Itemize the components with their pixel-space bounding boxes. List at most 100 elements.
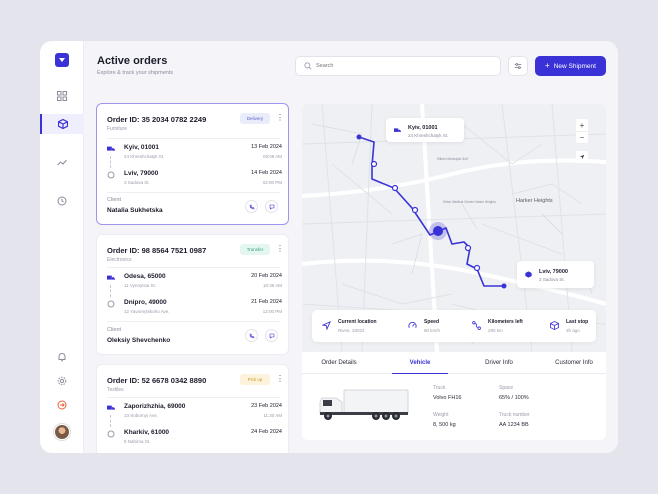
tracking-stats: Current location Rivne, 33024 Speed 80 k… — [312, 310, 596, 342]
search-bar[interactable] — [295, 56, 501, 76]
destination-city: Kharkiv, 61000 — [124, 429, 170, 436]
navigation-arrow-icon — [579, 154, 585, 160]
destination-dot-icon — [107, 300, 115, 308]
logout-icon[interactable] — [40, 395, 84, 415]
tab-order-details[interactable]: Order Details — [310, 352, 368, 374]
divider — [107, 138, 280, 139]
divider — [107, 397, 280, 398]
origin-time: 11:30 AM — [263, 413, 282, 418]
status-badge: Delivery — [240, 113, 270, 124]
destination-popup-address: 3 Sadova St. — [539, 277, 565, 282]
call-button[interactable] — [245, 329, 258, 342]
destination-time: 02:00 PM — [262, 180, 282, 185]
more-icon[interactable]: ⋮ — [276, 245, 284, 253]
chat-icon — [269, 204, 274, 210]
truck-icon — [107, 405, 115, 410]
origin-city: Kyiv, 01001 — [124, 144, 159, 151]
truck-icon — [107, 146, 115, 151]
origin-address: 23 Sobornyi Ave. — [124, 413, 158, 418]
origin-popup-address: 24 Khreshchatyk St. — [408, 133, 449, 138]
route-connector — [110, 156, 111, 168]
tab-vehicle[interactable]: Vehicle — [392, 352, 448, 374]
divider — [107, 321, 280, 322]
settings-icon[interactable] — [40, 371, 84, 391]
phone-icon — [249, 333, 254, 338]
origin-time: 09:08 AM — [262, 154, 282, 159]
origin-stop: Kyiv, 01001 24 Khreshchatyk St. 13 Feb 2… — [107, 144, 282, 166]
destination-city: Lviv, 79000 — [124, 170, 159, 177]
message-button[interactable] — [265, 200, 278, 213]
locate-button[interactable] — [576, 151, 588, 163]
origin-stop: Odesa, 65000 11 Vynnytsia St. 20 Feb 202… — [107, 273, 282, 295]
orders-list[interactable]: Order ID: 35 2034 0782 2249 Furniture De… — [96, 103, 290, 453]
box-icon[interactable] — [40, 114, 84, 134]
order-category: Textiles — [107, 387, 124, 393]
chart-icon[interactable] — [40, 152, 84, 172]
weight-spec: Weight 8, 500 kg — [433, 412, 456, 428]
destination-stop: Dnipro, 49000 12 Yavornytskoho Ave. 21 F… — [107, 299, 282, 321]
order-card[interactable]: Order ID: 98 8564 7521 0987 Electronics … — [96, 234, 289, 355]
destination-stop: Kharkiv, 61000 8 Nahirna St. 24 Feb 2024 — [107, 429, 282, 451]
map-label: Harker Heights — [516, 198, 553, 204]
status-badge: Transfer — [240, 244, 270, 255]
client-name: Natalia Sukhetska — [107, 207, 163, 214]
destination-city: Dnipro, 49000 — [124, 299, 167, 306]
zoom-out-button[interactable]: − — [576, 131, 588, 143]
order-id: Order ID: 35 2034 0782 2249 — [107, 115, 207, 124]
truck-icon — [394, 128, 401, 132]
route-connector — [110, 415, 111, 427]
new-shipment-label: New Shipment — [553, 62, 596, 70]
origin-date: 23 Feb 2024 — [251, 403, 282, 409]
origin-stop: Zaporizhzhia, 69000 23 Sobornyi Ave. 23 … — [107, 403, 282, 425]
order-id: Order ID: 52 6678 0342 8890 — [107, 376, 207, 385]
sidebar — [40, 41, 84, 453]
app-window: Active orders Explore & track your shipm… — [40, 41, 618, 453]
origin-date: 20 Feb 2024 — [251, 273, 282, 279]
bell-icon[interactable] — [40, 347, 84, 367]
route-connector — [110, 285, 111, 297]
avatar[interactable] — [54, 424, 70, 440]
details-tabs: Order Details Vehicle Driver Info Custom… — [302, 352, 606, 374]
tab-customer-info[interactable]: Customer Info — [546, 352, 602, 374]
client-name: Oleksiy Shevchenko — [107, 337, 171, 344]
truck-spec: Truck Volvo FH16 — [433, 385, 462, 401]
new-shipment-button[interactable]: + New Shipment — [535, 56, 606, 76]
message-button[interactable] — [265, 329, 278, 342]
tracking-panel: Harker Heights Killeen Municipal Golf Se… — [302, 104, 606, 440]
page-subtitle: Explore & track your shipments — [97, 70, 174, 76]
destination-dot-icon — [107, 171, 115, 179]
grid-icon[interactable] — [40, 86, 84, 106]
tab-driver-info[interactable]: Driver Info — [472, 352, 526, 374]
destination-date: 14 Feb 2024 — [251, 170, 282, 176]
origin-popup: Kyiv, 01001 24 Khreshchatyk St. — [386, 118, 464, 142]
sliders-icon — [514, 63, 522, 69]
space-spec: Space 65% / 100% — [499, 385, 529, 401]
order-id: Order ID: 98 8564 7521 0987 — [107, 246, 207, 255]
order-category: Furniture — [107, 126, 128, 132]
origin-address: 11 Vynnytsia St. — [124, 283, 157, 288]
origin-date: 13 Feb 2024 — [251, 144, 282, 150]
order-card[interactable]: Order ID: 35 2034 0782 2249 Furniture De… — [96, 103, 289, 225]
destination-address: 8 Nahirna St. — [124, 439, 151, 444]
divider — [107, 192, 280, 193]
client-label: Client — [107, 197, 122, 203]
origin-city: Odesa, 65000 — [124, 273, 166, 280]
zoom-in-button[interactable]: + — [576, 119, 588, 131]
status-badge: Pick up — [240, 374, 270, 385]
more-icon[interactable]: ⋮ — [276, 114, 284, 122]
truck-icon — [107, 275, 115, 280]
logo-icon[interactable] — [55, 53, 69, 67]
order-card[interactable]: Order ID: 52 6678 0342 8890 Textiles Pic… — [96, 364, 289, 453]
order-category: Electronics — [107, 257, 132, 263]
phone-icon — [249, 204, 254, 209]
destination-popup: Lviv, 79000 3 Sadova St. — [517, 261, 594, 288]
route-map[interactable]: Harker Heights Killeen Municipal Golf Se… — [302, 104, 606, 352]
more-icon[interactable]: ⋮ — [276, 375, 284, 383]
search-input[interactable] — [316, 60, 496, 72]
history-icon[interactable] — [40, 191, 84, 211]
destination-dot-icon — [107, 430, 115, 438]
filter-button[interactable] — [508, 56, 528, 76]
call-button[interactable] — [245, 200, 258, 213]
destination-date: 21 Feb 2024 — [251, 299, 282, 305]
origin-popup-city: Kyiv, 01001 — [408, 125, 438, 131]
